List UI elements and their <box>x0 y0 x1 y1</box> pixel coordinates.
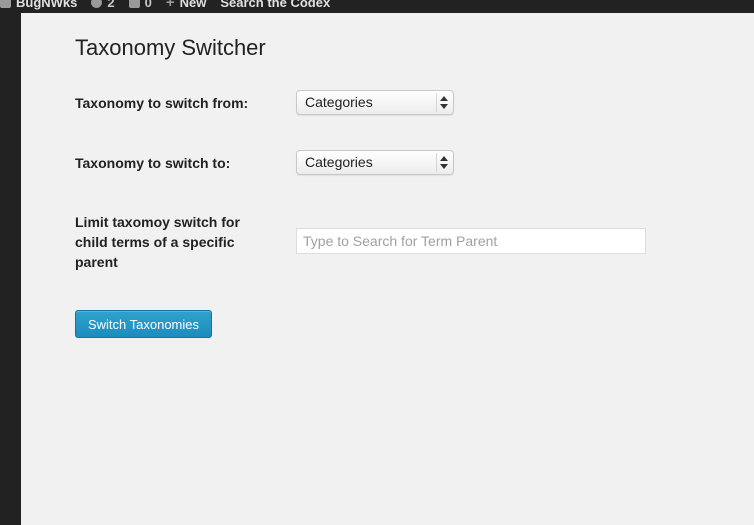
updates-count: 2 <box>107 0 115 10</box>
select-arrows-icon <box>440 156 448 169</box>
site-name-item[interactable]: BugNWks <box>0 0 77 10</box>
new-label: New <box>179 0 207 10</box>
comments-count: 0 <box>144 0 152 10</box>
plus-icon: + <box>165 0 175 11</box>
from-taxonomy-select[interactable]: Categories <box>296 90 454 115</box>
select-arrows-icon <box>440 96 448 109</box>
to-taxonomy-label: Taxonomy to switch to: <box>75 155 231 171</box>
admin-menu-sidebar <box>0 13 21 525</box>
switch-taxonomies-button[interactable]: Switch Taxonomies <box>75 310 212 338</box>
to-taxonomy-value: Categories <box>305 154 373 170</box>
admin-bar-items: BugNWks 2 0 + New Search the Codex <box>0 0 344 11</box>
parent-term-label: Limit taxomoy switch for child terms of … <box>75 214 240 270</box>
page-title: Taxonomy Switcher <box>75 35 266 60</box>
search-codex-label: Search the Codex <box>220 0 331 10</box>
updates-item[interactable]: 2 <box>91 0 115 10</box>
to-taxonomy-select[interactable]: Categories <box>296 150 454 175</box>
updates-icon <box>91 0 103 8</box>
from-taxonomy-label: Taxonomy to switch from: <box>75 95 249 111</box>
main-content: Taxonomy Switcher Taxonomy to switch fro… <box>21 13 754 525</box>
search-codex-item[interactable]: Search the Codex <box>220 0 330 10</box>
site-name: BugNWks <box>16 0 78 10</box>
comment-icon <box>128 0 140 8</box>
select-divider <box>436 153 437 172</box>
select-divider <box>436 93 437 112</box>
term-parent-search-input[interactable] <box>296 228 646 254</box>
comments-item[interactable]: 0 <box>128 0 152 10</box>
admin-bar: BugNWks 2 0 + New Search the Codex <box>0 0 754 13</box>
home-icon <box>0 0 11 8</box>
new-item[interactable]: + New <box>166 0 207 11</box>
from-taxonomy-value: Categories <box>305 94 373 110</box>
